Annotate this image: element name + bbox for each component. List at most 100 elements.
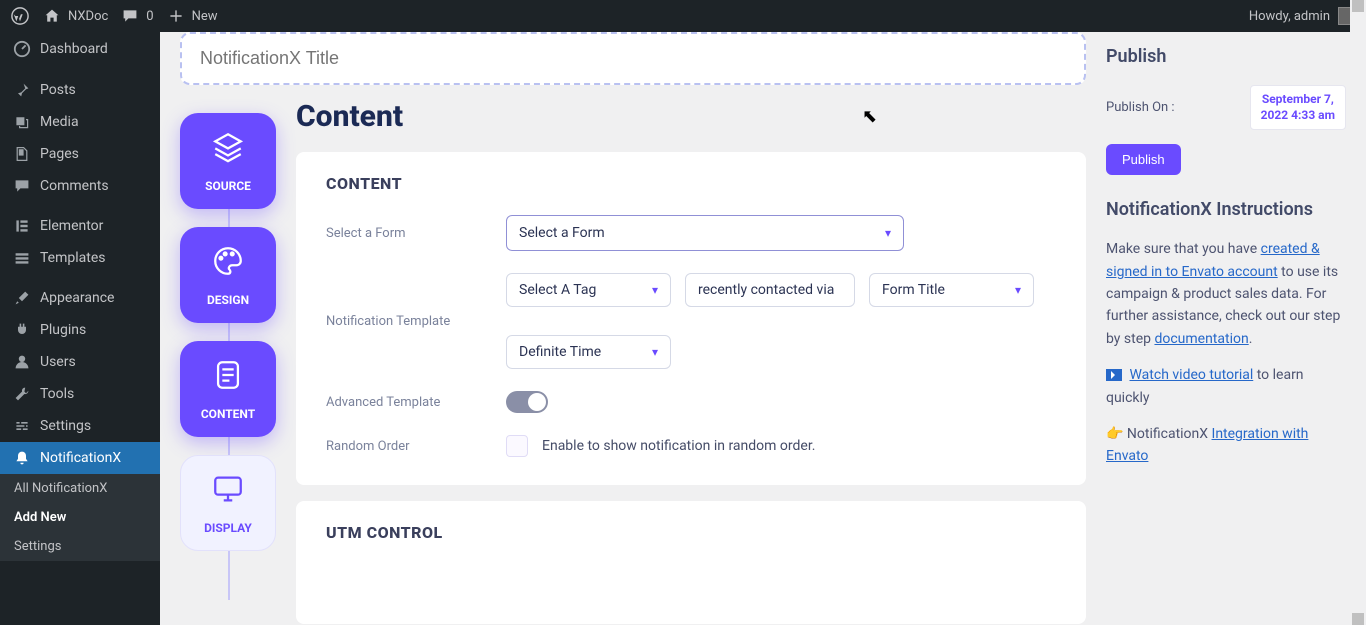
sidebar-item-comments[interactable]: Comments: [0, 170, 160, 202]
instructions-heading: NotificationX Instructions: [1106, 199, 1346, 220]
submenu-item-all[interactable]: All NotificationX: [0, 474, 160, 503]
scroll-down-arrow[interactable]: [1352, 613, 1364, 625]
video-icon: [1106, 369, 1122, 381]
select-form[interactable]: Select a Form ▾: [506, 215, 904, 251]
random-order-hint: Enable to show notification in random or…: [542, 438, 815, 454]
scroll-up-arrow[interactable]: [1352, 0, 1364, 12]
window-scrollbar[interactable]: [1350, 0, 1366, 625]
sidebar-item-media[interactable]: Media: [0, 106, 160, 138]
dashboard-icon: [12, 40, 32, 58]
brush-icon: [12, 290, 32, 306]
select-definite-time[interactable]: Definite Time ▾: [506, 335, 671, 369]
home-icon: [42, 8, 62, 24]
publish-date-line2: 2022 4:33 am: [1261, 108, 1335, 122]
chevron-down-icon: ▾: [652, 283, 658, 297]
submenu-notificationx: All NotificationX Add New Settings: [0, 474, 160, 561]
instructions-integration: 👉 NotificationX Integration with Envato: [1106, 423, 1346, 468]
notification-title-input[interactable]: [200, 48, 1066, 69]
link-documentation[interactable]: documentation: [1154, 331, 1248, 347]
sidebar-item-pages[interactable]: Pages: [0, 138, 160, 170]
sidebar-item-label: Elementor: [40, 218, 103, 234]
sidebar-item-label: Pages: [40, 146, 79, 162]
sidebar-item-elementor[interactable]: Elementor: [0, 210, 160, 242]
sidebar-item-plugins[interactable]: Plugins: [0, 314, 160, 346]
select-form-title[interactable]: Form Title ▾: [869, 273, 1034, 307]
label-advanced-template: Advanced Template: [326, 395, 506, 410]
templates-icon: [12, 250, 32, 266]
checkbox-random-order[interactable]: [506, 435, 528, 457]
label-select-form: Select a Form: [326, 226, 506, 241]
plus-icon: [166, 9, 186, 23]
comment-icon: [12, 178, 32, 194]
sliders-icon: [12, 418, 32, 434]
publish-button[interactable]: Publish: [1106, 144, 1181, 175]
sidebar-item-label: NotificationX: [40, 450, 121, 466]
sidebar-item-posts[interactable]: Posts: [0, 74, 160, 106]
step-label: SOURCE: [205, 179, 251, 193]
page-title: Content: [296, 99, 1086, 134]
user-icon: [12, 354, 32, 370]
main-content: SOURCE DESIGN CONTENT DISPLAY: [160, 32, 1366, 625]
submenu-item-addnew[interactable]: Add New: [0, 503, 160, 532]
adminbar-account[interactable]: Howdy, admin: [1249, 7, 1356, 25]
step-label: DESIGN: [207, 293, 249, 307]
adminbar-left: NXDoc 0 New: [10, 7, 218, 25]
sidebar-item-label: Settings: [40, 418, 91, 434]
publish-date-box[interactable]: September 7, 2022 4:33 am: [1250, 85, 1346, 130]
sidebar-item-label: Comments: [40, 178, 109, 194]
label-notification-template: Notification Template: [326, 314, 506, 329]
sidebar-item-templates[interactable]: Templates: [0, 242, 160, 274]
chevron-down-icon: ▾: [1015, 283, 1021, 297]
step-display[interactable]: DISPLAY: [180, 455, 276, 551]
select-value: recently contacted via: [698, 282, 834, 298]
document-icon: [211, 358, 245, 399]
submenu-item-settings[interactable]: Settings: [0, 532, 160, 561]
sidebar-item-label: Users: [40, 354, 76, 370]
chevron-down-icon: ▾: [885, 226, 891, 240]
step-source[interactable]: SOURCE: [180, 113, 276, 209]
sidebar-item-label: Templates: [40, 250, 106, 266]
title-input-wrap: [180, 32, 1086, 85]
sidebar-item-label: Dashboard: [40, 41, 108, 57]
bell-icon: [12, 450, 32, 466]
select-value: Select A Tag: [519, 282, 596, 298]
howdy-text: Howdy, admin: [1249, 9, 1330, 24]
toggle-advanced-template[interactable]: [506, 391, 548, 413]
section-heading-utm: UTM CONTROL: [326, 523, 1056, 542]
new-label: New: [192, 9, 218, 24]
media-icon: [12, 114, 32, 130]
publish-heading: Publish: [1106, 46, 1346, 67]
wrench-icon: [12, 386, 32, 402]
wizard-steps: SOURCE DESIGN CONTENT DISPLAY: [180, 113, 276, 625]
layers-icon: [211, 130, 245, 171]
monitor-icon: [211, 472, 245, 513]
link-watch-video[interactable]: Watch video tutorial: [1129, 367, 1253, 383]
content-card: CONTENT Select a Form Select a Form ▾: [296, 152, 1086, 485]
step-content[interactable]: CONTENT: [180, 341, 276, 437]
site-name: NXDoc: [68, 9, 108, 24]
sidebar-item-dashboard[interactable]: Dashboard: [0, 32, 160, 66]
plug-icon: [12, 322, 32, 338]
new-content-menu[interactable]: New: [166, 9, 218, 24]
step-label: DISPLAY: [204, 521, 252, 535]
publish-on-label: Publish On :: [1106, 100, 1175, 115]
wordpress-icon: [10, 7, 30, 25]
select-via[interactable]: recently contacted via: [685, 273, 855, 307]
sidebar-item-appearance[interactable]: Appearance: [0, 282, 160, 314]
select-value: Form Title: [882, 282, 945, 298]
sidebar-item-label: Tools: [40, 386, 74, 402]
right-rail: Publish Publish On : September 7, 2022 4…: [1106, 32, 1346, 625]
select-tag[interactable]: Select A Tag ▾: [506, 273, 671, 307]
sidebar-item-notificationx[interactable]: NotificationX: [0, 442, 160, 474]
publish-date-line1: September 7,: [1262, 92, 1334, 106]
comments-menu[interactable]: 0: [120, 8, 153, 24]
wp-logo-menu[interactable]: [10, 7, 30, 25]
elementor-icon: [12, 218, 32, 234]
site-name-menu[interactable]: NXDoc: [42, 8, 108, 24]
sidebar-item-label: Plugins: [40, 322, 86, 338]
sidebar-item-settings[interactable]: Settings: [0, 410, 160, 442]
sidebar-item-tools[interactable]: Tools: [0, 378, 160, 410]
step-design[interactable]: DESIGN: [180, 227, 276, 323]
sidebar-item-users[interactable]: Users: [0, 346, 160, 378]
select-value: Select a Form: [519, 225, 605, 241]
